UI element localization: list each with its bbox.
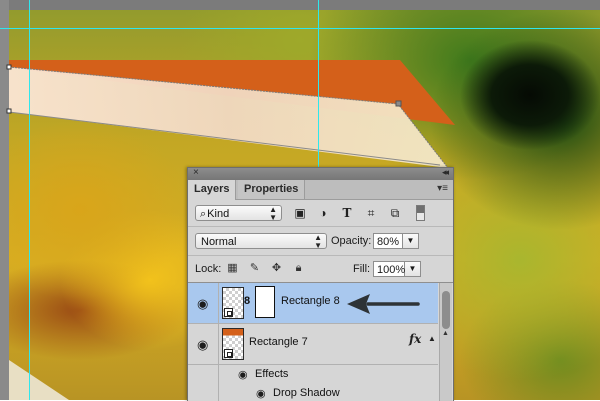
layer-row-rectangle-8[interactable]: ◉ 8 Rectangle 8	[188, 283, 438, 324]
eye-icon[interactable]: ◉	[238, 368, 248, 381]
fill-label: Fill:	[353, 263, 371, 275]
layers-panel: × ◂◂ Layers Properties ▾≡ ⌕Kind ▲ ▼ ▣ ◑ T…	[187, 167, 454, 401]
filter-kind-dropdown[interactable]: ⌕Kind ▲ ▼	[195, 205, 282, 222]
effect-label[interactable]: Drop Shadow	[273, 387, 340, 399]
effects-gutter	[188, 384, 219, 401]
smart-object-filter-icon[interactable]: ⧉	[388, 206, 402, 220]
effects-row[interactable]: ◉ Effects	[188, 365, 438, 384]
guide-horizontal[interactable]	[0, 28, 600, 29]
eye-icon[interactable]: ◉	[197, 296, 208, 312]
panel-titlebar[interactable]: × ◂◂	[188, 167, 453, 180]
blend-mode-value: Normal	[201, 236, 237, 248]
fill-input[interactable]: 100%	[373, 261, 405, 277]
layer-thumbnail[interactable]	[222, 287, 244, 319]
expand-effects-icon[interactable]: ▲	[428, 334, 436, 343]
opacity-input[interactable]: 80%	[373, 233, 403, 249]
dropdown-arrows-icon: ▲ ▼	[314, 233, 322, 250]
dropdown-arrows-icon: ▲ ▼	[269, 205, 277, 222]
lock-transparent-icon[interactable]: ▦	[226, 262, 239, 275]
link-chain-icon[interactable]: 8	[244, 295, 250, 307]
image-filter-icon[interactable]: ▣	[293, 206, 307, 220]
fill-slider-toggle-icon[interactable]: ▼	[405, 261, 421, 277]
guide-vertical[interactable]	[29, 0, 30, 400]
shape-filter-icon[interactable]: ⌗	[364, 206, 378, 220]
close-icon[interactable]: ×	[193, 167, 199, 178]
panel-menu-icon[interactable]: ▾≡	[437, 183, 448, 194]
opacity-label: Opacity:	[331, 235, 372, 247]
tab-layers[interactable]: Layers	[188, 180, 237, 200]
layer-list-scrollbar[interactable]: ▲	[439, 283, 452, 401]
vector-shape-badge-icon	[224, 308, 233, 317]
layer-row-rectangle-7[interactable]: ◉ Rectangle 7 fx ▲	[188, 324, 438, 365]
fx-icon[interactable]: fx	[409, 332, 421, 346]
type-filter-icon[interactable]: T	[340, 206, 354, 220]
layer-list: ◉ 8 Rectangle 8 ◉ Rectangle 7 fx ▲ ◉ Eff…	[188, 283, 438, 401]
eye-icon[interactable]: ◉	[197, 337, 208, 353]
panel-tab-bar: Layers Properties ▾≡	[188, 180, 453, 200]
lock-paint-icon[interactable]: ✎	[248, 262, 261, 275]
layer-thumbnail[interactable]	[222, 328, 244, 360]
search-icon: ⌕	[200, 208, 207, 220]
adjustment-filter-icon[interactable]: ◑	[316, 206, 330, 220]
layer-filter-row: ⌕Kind ▲ ▼ ▣ ◑ T ⌗ ⧉	[188, 200, 453, 227]
layer-name[interactable]: Rectangle 8	[281, 295, 340, 307]
lock-all-icon[interactable]: 🔒︎	[292, 262, 305, 275]
scroll-thumb[interactable]	[442, 291, 450, 329]
tab-properties[interactable]: Properties	[238, 180, 306, 199]
collapse-panel-icon[interactable]: ◂◂	[442, 167, 449, 178]
visibility-toggle[interactable]: ◉	[188, 283, 219, 323]
effects-gutter	[188, 365, 219, 384]
effects-label: Effects	[255, 368, 289, 380]
anchor-point[interactable]	[6, 64, 12, 70]
blend-mode-dropdown[interactable]: Normal ▲ ▼	[195, 233, 327, 250]
lock-position-icon[interactable]: ✥	[270, 262, 283, 275]
visibility-toggle[interactable]: ◉	[188, 324, 219, 364]
eye-icon[interactable]: ◉	[256, 387, 266, 400]
opacity-slider-toggle-icon[interactable]: ▼	[403, 233, 419, 249]
filter-kind-value: Kind	[207, 208, 230, 220]
filter-toggle-switch[interactable]	[416, 205, 425, 221]
vector-shape-badge-icon	[224, 349, 233, 358]
scroll-up-icon[interactable]: ▲	[442, 330, 449, 337]
blend-row: Normal ▲ ▼ Opacity: 80% ▼	[188, 227, 453, 256]
lock-row: Lock: ▦ ✎ ✥ 🔒︎ Fill: 100% ▼	[188, 256, 453, 283]
vector-mask-thumbnail[interactable]	[255, 286, 275, 318]
effect-row-drop-shadow[interactable]: ◉ Drop Shadow	[188, 384, 438, 401]
lock-label: Lock:	[195, 263, 222, 275]
anchor-point[interactable]	[395, 100, 402, 107]
anchor-point[interactable]	[6, 108, 12, 114]
layer-name[interactable]: Rectangle 7	[249, 336, 308, 348]
